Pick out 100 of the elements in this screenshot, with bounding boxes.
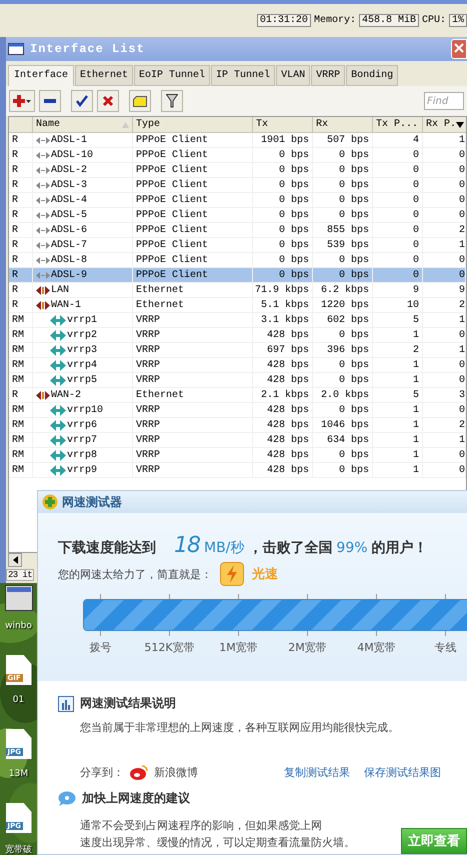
desktop-icon-label[interactable]: 宽带破	[5, 843, 32, 855]
double-arrow-icon	[36, 166, 50, 174]
desktop-icon-label[interactable]: 01	[12, 695, 24, 705]
table-row[interactable]: R WAN-2 Ethernet 2.1 kbps 2.0 kbps 5 3	[9, 388, 466, 403]
table-row[interactable]: R ADSL-9 PPPoE Client 0 bps 0 bps 0 0	[9, 268, 466, 283]
percent-value: 99%	[336, 540, 368, 556]
type-cell: PPPoE Client	[133, 193, 253, 207]
add-button[interactable]	[9, 90, 35, 112]
rx-packets-cell: 0	[423, 373, 466, 387]
close-button[interactable]	[451, 39, 467, 59]
tx-cell: 428 bps	[253, 358, 313, 372]
tx-cell: 0 bps	[253, 268, 313, 282]
type-cell: VRRP	[133, 463, 253, 477]
rx-cell: 507 bps	[313, 133, 373, 147]
desktop-icon-label[interactable]: 13M	[8, 769, 28, 779]
tx-packets-cell: 0	[373, 253, 423, 267]
tx-cell: 0 bps	[253, 223, 313, 237]
type-cell: VRRP	[133, 433, 253, 447]
tx-cell: 428 bps	[253, 403, 313, 417]
table-row[interactable]: R ADSL-6 PPPoE Client 0 bps 855 bps 0 2	[9, 223, 466, 238]
result-link[interactable]: 保存测试结果图	[364, 765, 441, 780]
tx-packets-cell: 0	[373, 238, 423, 252]
table-row[interactable]: R ADSL-10 PPPoE Client 0 bps 0 bps 0 0	[9, 148, 466, 163]
table-row[interactable]: R ADSL-7 PPPoE Client 0 bps 539 bps 0 1	[9, 238, 466, 253]
rx-cell: 602 bps	[313, 313, 373, 327]
tab[interactable]: EoIP Tunnel	[134, 65, 210, 86]
table-row[interactable]: RM vrrp3 VRRP 697 bps 396 bps 2 1	[9, 343, 466, 358]
table-row[interactable]: RM vrrp7 VRRP 428 bps 634 bps 1 1	[9, 433, 466, 448]
tx-packets-cell: 0	[373, 223, 423, 237]
filter-button[interactable]	[161, 90, 183, 112]
table-row[interactable]: RM vrrp5 VRRP 428 bps 0 bps 1 0	[9, 373, 466, 388]
interface-name: vrrp2	[67, 330, 98, 340]
section-heading: 网速测试结果说明	[80, 695, 176, 712]
double-arrow-icon	[36, 286, 50, 294]
table-row[interactable]: RM vrrp1 VRRP 3.1 kbps 602 bps 5 1	[9, 313, 466, 328]
rx-packets-cell: 0	[423, 328, 466, 342]
enable-button[interactable]	[71, 90, 93, 112]
flags-cell: RM	[9, 448, 33, 462]
interface-name: vrrp9	[67, 464, 98, 476]
tab[interactable]: VRRP	[311, 65, 346, 86]
interface-name: ADSL-8	[51, 254, 88, 266]
table-row[interactable]: RM vrrp8 VRRP 428 bps 0 bps 1 0	[9, 448, 466, 463]
speed-test-title: 网速测试器	[62, 494, 122, 510]
desktop-icon-label[interactable]: winbo	[5, 621, 32, 631]
result-text: 您当前属于非常理想的上网速度，各种互联网应用均能很快完成。	[80, 720, 400, 735]
rx-packets-cell: 1	[423, 133, 466, 147]
scale-label: 专线	[434, 640, 458, 655]
table-row[interactable]: R ADSL-3 PPPoE Client 0 bps 0 bps 0 0	[9, 178, 466, 193]
remove-button[interactable]	[39, 90, 61, 112]
table-row[interactable]: R WAN-1 Ethernet 5.1 kbps 1220 bps 10 2	[9, 298, 466, 313]
table-row[interactable]: RM vrrp9 VRRP 428 bps 0 bps 1 0	[9, 463, 466, 478]
scale-label: 512K宽带	[143, 640, 196, 655]
table-row[interactable]: R ADSL-4 PPPoE Client 0 bps 0 bps 0 0	[9, 193, 466, 208]
tab[interactable]: Interface	[8, 65, 74, 86]
rx-packets-cell: 0	[423, 403, 466, 417]
table-row[interactable]: R ADSL-2 PPPoE Client 0 bps 0 bps 0 0	[9, 163, 466, 178]
disable-button[interactable]	[97, 90, 119, 112]
flags-cell: R	[9, 208, 33, 222]
plus-icon	[42, 494, 58, 510]
rx-cell: 1046 bps	[313, 418, 373, 432]
scroll-left-button[interactable]	[8, 553, 22, 567]
rx-packets-cell: 0	[423, 358, 466, 372]
flags-cell: R	[9, 193, 33, 207]
rx-cell: 0 bps	[313, 373, 373, 387]
tx-packets-cell: 1	[373, 463, 423, 477]
flags-cell: R	[9, 163, 33, 177]
tx-cell: 0 bps	[253, 148, 313, 162]
table-row[interactable]: R ADSL-8 PPPoE Client 0 bps 0 bps 0 0	[9, 253, 466, 268]
table-row[interactable]: RM vrrp4 VRRP 428 bps 0 bps 1 0	[9, 358, 466, 373]
tip-text: 速度出现异常、缓慢的情况，可以定期查看流量防火墙。	[80, 835, 355, 851]
tab[interactable]: IP Tunnel	[211, 65, 276, 86]
share-target-link[interactable]: 新浪微博	[154, 765, 198, 780]
flags-cell: R	[9, 388, 33, 402]
section-heading: 加快上网速度的建议	[82, 790, 190, 807]
table-row[interactable]: RM vrrp6 VRRP 428 bps 1046 bps 1 2	[9, 418, 466, 433]
type-cell: PPPoE Client	[133, 208, 253, 222]
tip-text: 通常不会受到占网速程序的影响，但如果感觉上网	[80, 818, 323, 834]
double-arrow-icon	[50, 404, 66, 416]
rx-cell: 0 bps	[313, 178, 373, 192]
flags-cell: RM	[9, 373, 33, 387]
rx-packets-cell: 0	[423, 208, 466, 222]
interface-name: ADSL-1	[51, 134, 88, 146]
speech-bubble-icon	[58, 791, 76, 806]
table-row[interactable]: R ADSL-5 PPPoE Client 0 bps 0 bps 0 0	[9, 208, 466, 223]
flags-cell: RM	[9, 463, 33, 477]
tab[interactable]: VLAN	[276, 65, 310, 86]
table-row[interactable]: RM vrrp2 VRRP 428 bps 0 bps 1 0	[9, 328, 466, 343]
table-row[interactable]: RM vrrp10 VRRP 428 bps 0 bps 1 0	[9, 403, 466, 418]
result-link[interactable]: 复制测试结果	[284, 765, 350, 780]
comment-button[interactable]	[129, 90, 151, 112]
tx-packets-cell: 1	[373, 328, 423, 342]
tab[interactable]: Ethernet	[75, 65, 134, 86]
tab[interactable]: Bonding	[346, 65, 398, 86]
table-row[interactable]: R LAN Ethernet 71.9 kbps 6.2 kbps 9 9	[9, 283, 466, 298]
tx-packets-cell: 0	[373, 178, 423, 192]
table-row[interactable]: R ADSL-1 PPPoE Client 1901 bps 507 bps 4 1	[9, 133, 466, 148]
tx-packets-cell: 1	[373, 373, 423, 387]
rx-cell: 0 bps	[313, 148, 373, 162]
uptime-field: 01:31:20	[256, 14, 311, 27]
find-field[interactable]: Find	[424, 92, 464, 110]
